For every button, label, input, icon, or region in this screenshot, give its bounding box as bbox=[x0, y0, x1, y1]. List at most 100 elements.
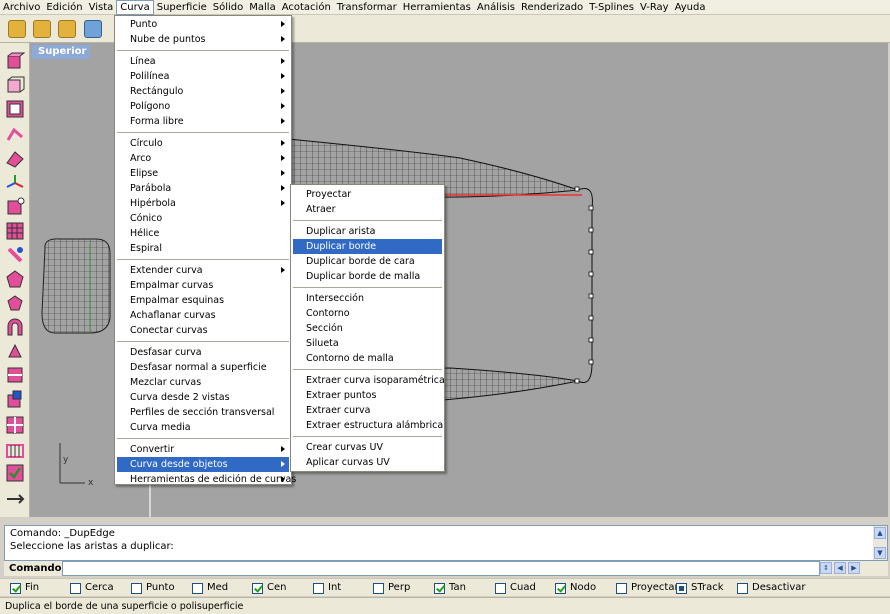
menu-item-herramientas-edicion[interactable]: Herramientas de edición de curvas bbox=[117, 472, 296, 487]
curve-icon[interactable] bbox=[5, 125, 25, 145]
command-history[interactable]: Comando: _DupEdge Seleccione las aristas… bbox=[4, 525, 888, 561]
checkbox-icon[interactable] bbox=[616, 582, 627, 594]
menu-item-curva-2-vistas[interactable]: Curva desde 2 vistas bbox=[117, 390, 289, 405]
menu-item-extraer-isoparametrica[interactable]: Extraer curva isoparamétrica bbox=[293, 373, 445, 388]
scroll-down-icon[interactable]: ▼ bbox=[874, 547, 886, 559]
history-up-down-icon[interactable]: ⇕ bbox=[820, 562, 832, 574]
rotate-icon[interactable] bbox=[5, 245, 25, 265]
osnap-desactivar[interactable]: Desactivar bbox=[737, 582, 806, 594]
move-icon[interactable] bbox=[5, 489, 25, 509]
menu-curva[interactable]: Curva bbox=[116, 0, 154, 15]
menu-item-desfasar-curva[interactable]: Desfasar curva bbox=[117, 345, 289, 360]
menu-item-proyectar[interactable]: Proyectar bbox=[293, 187, 442, 202]
menu-tsplines[interactable]: T-Splines bbox=[586, 0, 637, 15]
menu-item-empalmar-esquinas[interactable]: Empalmar esquinas bbox=[117, 293, 289, 308]
osnap-proyectar[interactable]: Proyectar bbox=[616, 582, 679, 594]
lattice-icon[interactable] bbox=[5, 415, 25, 435]
menu-ayuda[interactable]: Ayuda bbox=[672, 0, 709, 15]
menu-solido[interactable]: Sólido bbox=[210, 0, 247, 15]
checkbox-icon[interactable] bbox=[192, 582, 203, 594]
menu-item-linea[interactable]: Línea bbox=[117, 54, 289, 69]
pencil-icon[interactable] bbox=[8, 20, 26, 38]
checkbox-checked-icon[interactable] bbox=[10, 582, 21, 594]
polygon-icon[interactable] bbox=[5, 293, 25, 313]
menu-item-curva-media[interactable]: Curva media bbox=[117, 420, 289, 435]
checkbox-icon[interactable] bbox=[737, 582, 748, 594]
menu-item-atraer[interactable]: Atraer bbox=[293, 202, 442, 217]
menu-item-empalmar-curvas[interactable]: Empalmar curvas bbox=[117, 278, 289, 293]
checkbox-icon[interactable] bbox=[495, 582, 506, 594]
menu-malla[interactable]: Malla bbox=[246, 0, 278, 15]
osnap-strack[interactable]: STrack bbox=[676, 582, 724, 594]
menu-item-convertir[interactable]: Convertir bbox=[117, 442, 289, 457]
viewport-title[interactable]: Superior bbox=[32, 45, 90, 59]
menu-item-contorno-malla[interactable]: Contorno de malla bbox=[293, 351, 442, 366]
menu-item-hiperbola[interactable]: Hipérbola bbox=[117, 196, 289, 211]
menu-vista[interactable]: Vista bbox=[86, 0, 117, 15]
arch-icon[interactable] bbox=[5, 317, 25, 337]
checkbox-checked-icon[interactable] bbox=[555, 582, 566, 594]
menu-item-desfasar-normal[interactable]: Desfasar normal a superficie bbox=[117, 360, 289, 375]
osnap-cuad[interactable]: Cuad bbox=[495, 582, 536, 594]
menu-item-forma-libre[interactable]: Forma libre bbox=[117, 114, 289, 129]
menu-item-extender-curva[interactable]: Extender curva bbox=[117, 263, 289, 278]
menu-item-extraer-curva[interactable]: Extraer curva bbox=[293, 403, 442, 418]
osnap-int[interactable]: Int bbox=[313, 582, 341, 594]
menu-item-rectangulo[interactable]: Rectángulo bbox=[117, 84, 289, 99]
menu-item-aplicar-curvas-uv[interactable]: Aplicar curvas UV bbox=[293, 455, 442, 470]
extrude-icon[interactable] bbox=[5, 365, 25, 385]
box-wire-icon[interactable] bbox=[5, 75, 25, 95]
check-icon[interactable] bbox=[5, 463, 25, 483]
grid-points-icon[interactable] bbox=[5, 221, 25, 241]
box-frame-icon[interactable] bbox=[5, 99, 25, 119]
checkbox-icon[interactable] bbox=[313, 582, 324, 594]
structure-icon[interactable] bbox=[5, 439, 25, 459]
menu-item-circulo[interactable]: Círculo bbox=[117, 136, 289, 151]
pentagon-icon[interactable] bbox=[5, 269, 25, 289]
menu-item-parabola[interactable]: Parábola bbox=[117, 181, 289, 196]
menu-item-duplicar-borde-cara[interactable]: Duplicar borde de cara bbox=[293, 254, 442, 269]
pencil-icon[interactable] bbox=[58, 20, 76, 38]
menu-herramientas[interactable]: Herramientas bbox=[400, 0, 474, 15]
menu-item-curva-desde-objetos[interactable]: Curva desde objetos bbox=[117, 457, 289, 472]
command-input[interactable] bbox=[62, 561, 820, 576]
menu-vray[interactable]: V-Ray bbox=[637, 0, 672, 15]
checkbox-filled-icon[interactable] bbox=[676, 582, 687, 594]
menu-item-conico[interactable]: Cónico bbox=[117, 211, 289, 226]
menu-item-punto[interactable]: Punto bbox=[117, 17, 289, 32]
menu-item-poligono[interactable]: Polígono bbox=[117, 99, 289, 114]
menu-item-duplicar-arista[interactable]: Duplicar arista bbox=[293, 224, 442, 239]
menu-superficie[interactable]: Superficie bbox=[154, 0, 210, 15]
menu-item-achaflanar-curvas[interactable]: Achaflanar curvas bbox=[117, 308, 289, 323]
menu-analisis[interactable]: Análisis bbox=[474, 0, 518, 15]
checkbox-icon[interactable] bbox=[131, 582, 142, 594]
checkbox-icon[interactable] bbox=[373, 582, 384, 594]
pencil-icon[interactable] bbox=[33, 20, 51, 38]
osnap-cerca[interactable]: Cerca bbox=[70, 582, 114, 594]
menu-item-extraer-estructura[interactable]: Extraer estructura alámbrica bbox=[293, 418, 443, 433]
menu-item-perfiles-seccion[interactable]: Perfiles de sección transversal bbox=[117, 405, 289, 420]
menu-item-interseccion[interactable]: Intersección bbox=[293, 291, 442, 306]
checkbox-icon[interactable] bbox=[70, 582, 81, 594]
menu-item-espiral[interactable]: Espiral bbox=[117, 241, 289, 256]
menu-edicion[interactable]: Edición bbox=[43, 0, 85, 15]
solid-edit-icon[interactable] bbox=[5, 197, 25, 217]
osnap-cen[interactable]: Cen bbox=[252, 582, 286, 594]
menu-item-crear-curvas-uv[interactable]: Crear curvas UV bbox=[293, 440, 442, 455]
osnap-nodo[interactable]: Nodo bbox=[555, 582, 596, 594]
osnap-perp[interactable]: Perp bbox=[373, 582, 410, 594]
cube-stack-icon[interactable] bbox=[5, 389, 25, 409]
checkbox-checked-icon[interactable] bbox=[434, 582, 445, 594]
menu-acotacion[interactable]: Acotación bbox=[279, 0, 334, 15]
menu-item-seccion[interactable]: Sección bbox=[293, 321, 442, 336]
scroll-up-icon[interactable]: ▲ bbox=[874, 527, 886, 539]
checkbox-checked-icon[interactable] bbox=[252, 582, 263, 594]
menu-item-mezclar-curvas[interactable]: Mezclar curvas bbox=[117, 375, 289, 390]
menu-item-conectar-curvas[interactable]: Conectar curvas bbox=[117, 323, 289, 338]
osnap-tan[interactable]: Tan bbox=[434, 582, 466, 594]
menu-transformar[interactable]: Transformar bbox=[334, 0, 400, 15]
menu-item-polilinea[interactable]: Polilínea bbox=[117, 69, 289, 84]
axes-icon[interactable] bbox=[5, 173, 25, 193]
menu-renderizado[interactable]: Renderizado bbox=[518, 0, 586, 15]
menu-item-duplicar-borde-malla[interactable]: Duplicar borde de malla bbox=[293, 269, 442, 284]
